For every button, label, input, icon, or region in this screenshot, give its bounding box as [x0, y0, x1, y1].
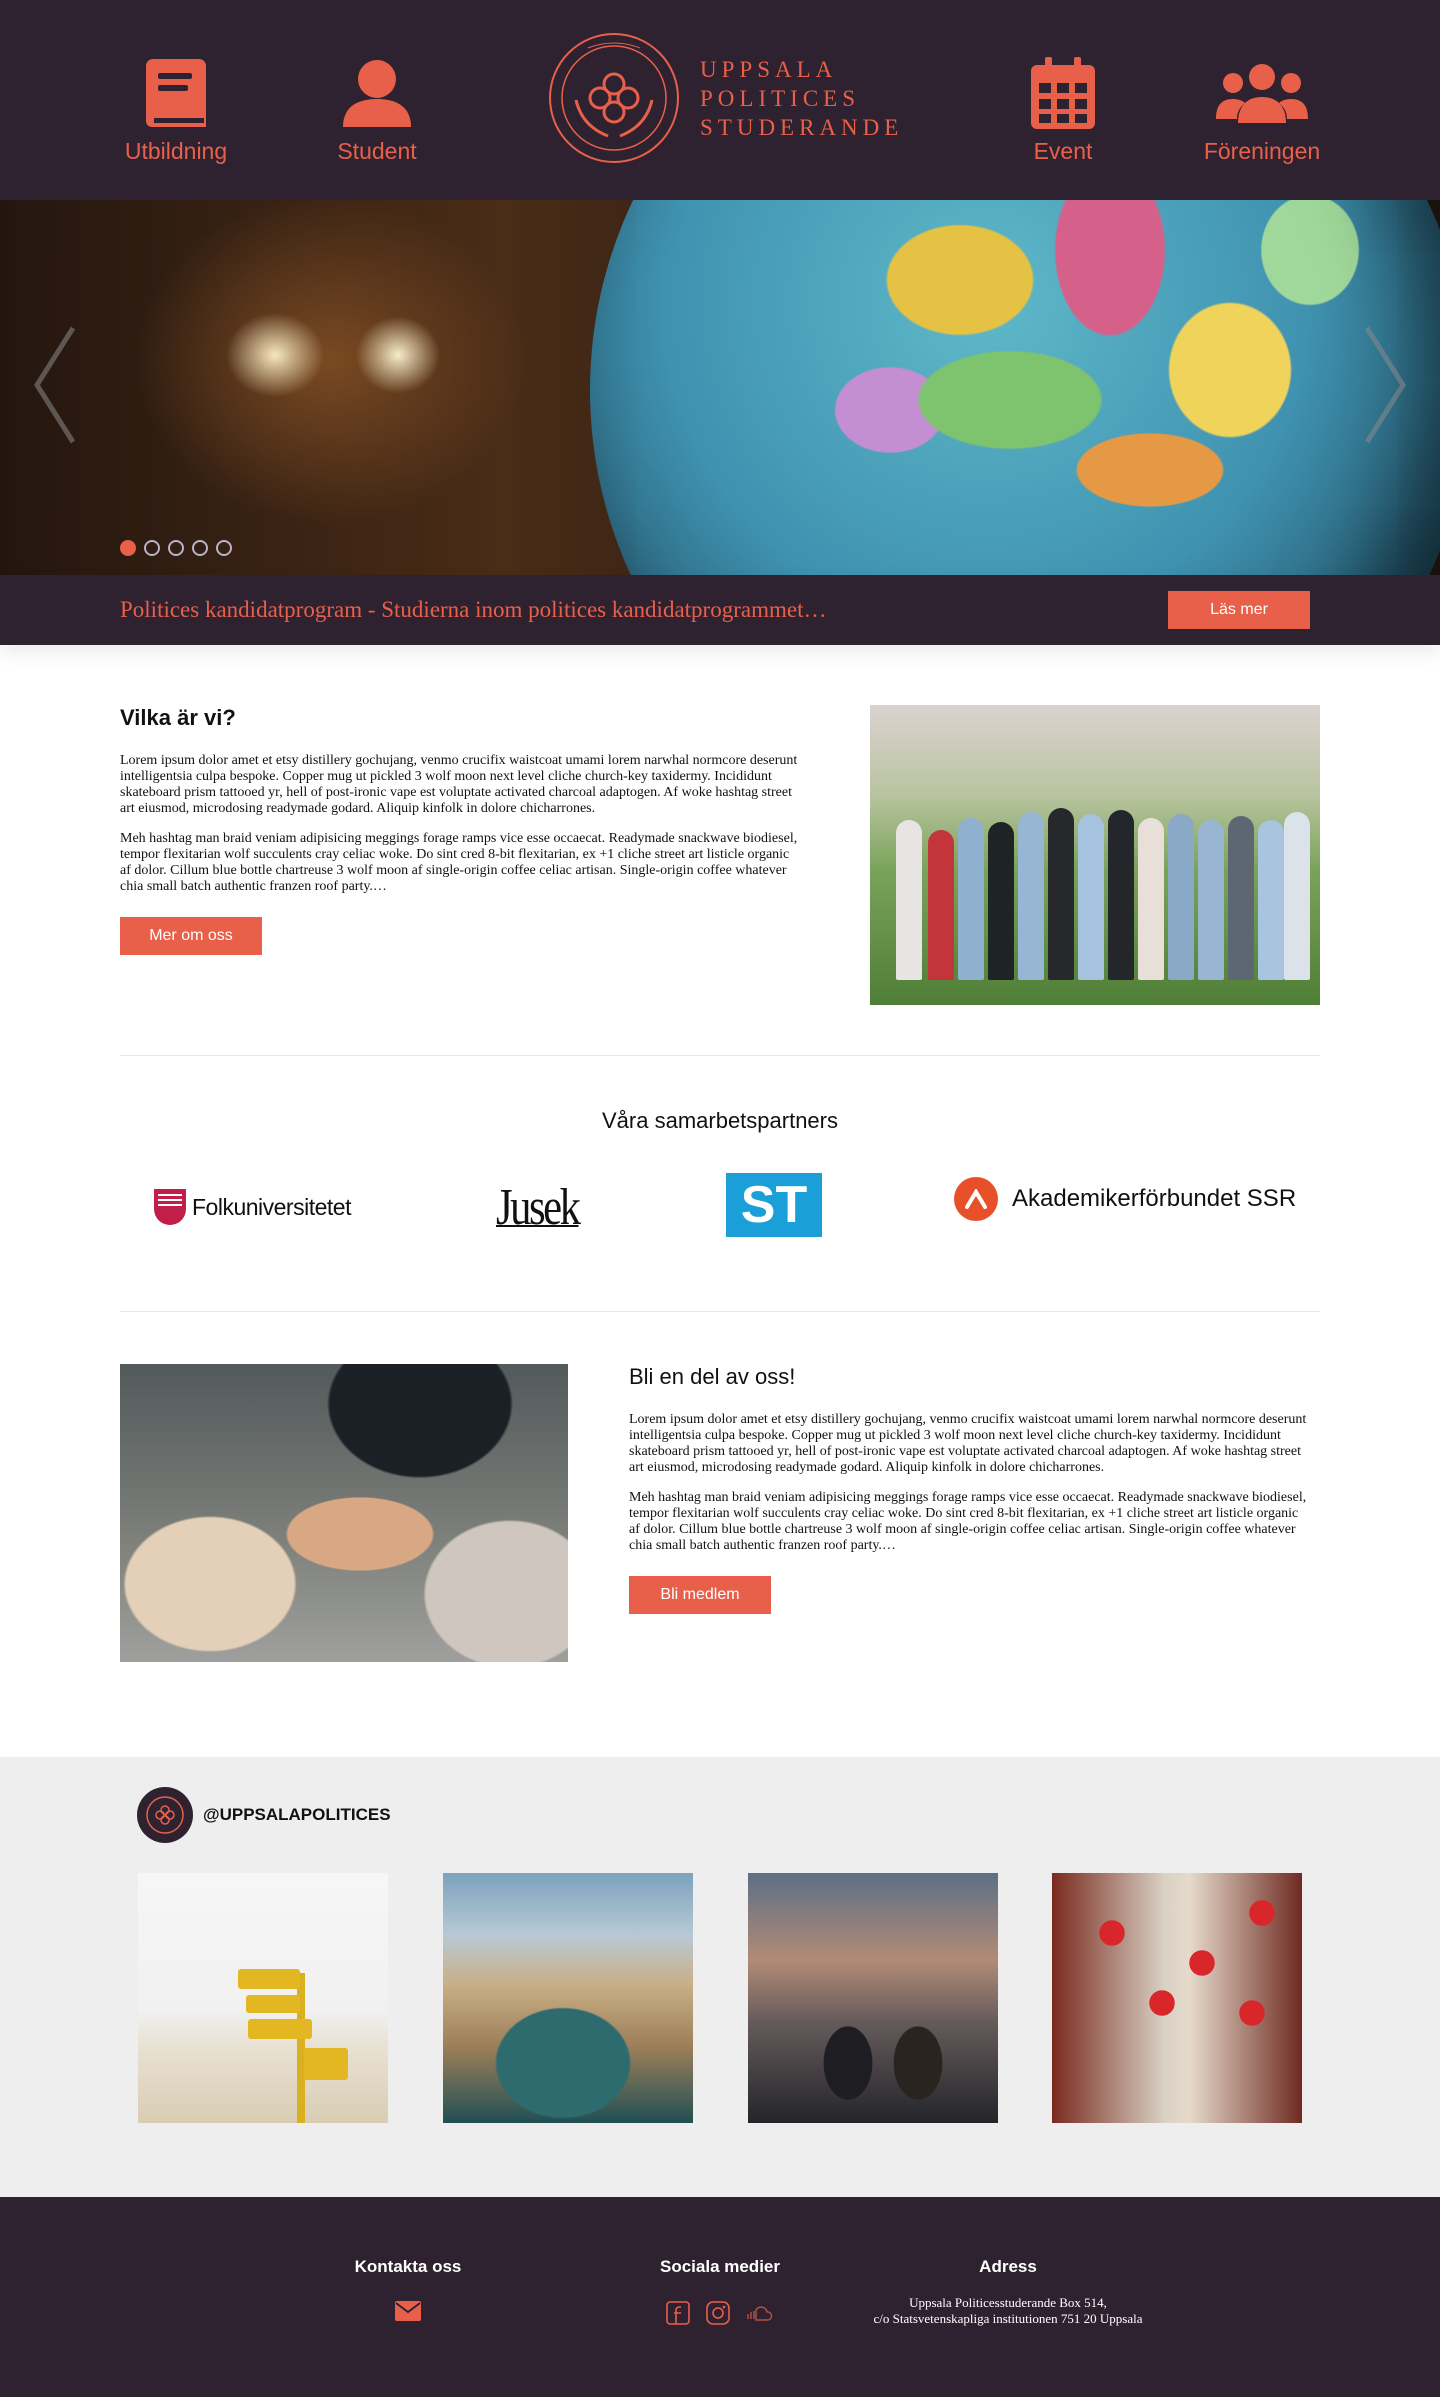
site-footer: Kontakta oss Sociala medier Adress Uppsa…: [0, 2197, 1440, 2397]
slider-prev-arrow[interactable]: [25, 320, 85, 450]
about-paragraph: Lorem ipsum dolor amet et etsy distiller…: [120, 753, 798, 816]
read-more-button[interactable]: Läs mer: [1168, 591, 1310, 629]
join-paragraph: Meh hashtag man braid veniam adipisicing…: [629, 1490, 1307, 1553]
team-photo: [870, 705, 1320, 1005]
nav-label: Event: [1033, 138, 1093, 164]
avatar: [137, 1787, 193, 1843]
about-paragraph: Meh hashtag man braid veniam adipisicing…: [120, 831, 798, 894]
email-icon[interactable]: [395, 2301, 421, 2326]
partner-jusek[interactable]: Jusek: [496, 1178, 581, 1237]
facebook-icon[interactable]: [666, 2301, 690, 2330]
instagram-post[interactable]: [748, 1873, 998, 2123]
instagram-post[interactable]: [443, 1873, 693, 2123]
partner-st[interactable]: ST: [726, 1173, 822, 1237]
calendar-icon: [993, 55, 1133, 130]
soundcloud-icon[interactable]: [746, 2303, 774, 2328]
ssr-logo-icon: [954, 1177, 998, 1221]
hands-photo: [120, 1364, 568, 1662]
footer-title: Sociala medier: [659, 2257, 780, 2276]
partner-name: Akademikerförbundet SSR: [1012, 1185, 1297, 1212]
logo[interactable]: UPPSALA POLITICES STUDERANDE: [548, 30, 903, 166]
nav-event[interactable]: Event: [993, 55, 1133, 165]
instagram-section: @UPPSALAPOLITICES: [0, 1757, 1440, 2197]
book-icon: [106, 55, 246, 130]
group-icon: [1192, 55, 1332, 130]
instagram-post[interactable]: [1052, 1873, 1302, 2123]
slider-dot[interactable]: [216, 540, 232, 556]
hero-caption[interactable]: Politices kandidatprogram - Studierna in…: [120, 597, 826, 623]
instagram-post[interactable]: [138, 1873, 388, 2123]
address-line: c/o Statsvetenskapliga institutionen 751…: [873, 2311, 1143, 2326]
slider-dot[interactable]: [168, 540, 184, 556]
about-title: Vilka är vi?: [120, 705, 236, 730]
footer-address: Adress Uppsala Politicesstuderande Box 5…: [858, 2257, 1158, 2327]
join-title: Bli en del av oss!: [629, 1364, 796, 1389]
logo-line: UPPSALA: [700, 56, 838, 82]
instagram-profile-link[interactable]: @UPPSALAPOLITICES: [137, 1787, 391, 1843]
seal-icon: [549, 33, 679, 163]
hero-caption-bar: Politices kandidatprogram - Studierna in…: [0, 575, 1440, 645]
partners-section: Våra samarbetspartners Folkuniversitetet…: [0, 1056, 1440, 1311]
nav-label: Föreningen: [1203, 138, 1321, 164]
slider-dot[interactable]: [144, 540, 160, 556]
instagram-icon[interactable]: [706, 2301, 730, 2330]
site-header: Utbildning Student UPPSALA POLITICES STU…: [0, 0, 1440, 200]
slider-dot[interactable]: [192, 540, 208, 556]
partners-title: Våra samarbetspartners: [602, 1108, 838, 1133]
slider-next-arrow[interactable]: [1355, 320, 1415, 450]
slider-dot[interactable]: [120, 540, 136, 556]
nav-foreningen[interactable]: Föreningen: [1192, 55, 1332, 165]
slider-dots: [120, 540, 232, 556]
partner-ssr[interactable]: Akademikerförbundet SSR: [954, 1177, 1296, 1221]
footer-title: Adress: [979, 2257, 1037, 2276]
nav-label: Student: [337, 138, 417, 164]
nav-student[interactable]: Student: [307, 55, 447, 165]
join-paragraph: Lorem ipsum dolor amet et etsy distiller…: [629, 1412, 1307, 1475]
logo-line: STUDERANDE: [700, 114, 904, 140]
folkuniversitetet-shield-icon: [154, 1189, 186, 1225]
instagram-handle: @UPPSALAPOLITICES: [203, 1805, 391, 1824]
join-section: Bli en del av oss! Lorem ipsum dolor ame…: [0, 1312, 1440, 1757]
globe-image: [590, 200, 1440, 575]
nav-utbildning[interactable]: Utbildning: [106, 55, 246, 165]
become-member-button[interactable]: Bli medlem: [629, 1576, 771, 1614]
hero-slider: [0, 200, 1440, 575]
footer-social: Sociala medier: [620, 2257, 820, 2330]
nav-label: Utbildning: [124, 138, 228, 164]
address-line: Uppsala Politicesstuderande Box 514,: [909, 2295, 1107, 2310]
about-section: Vilka är vi? Lorem ipsum dolor amet et e…: [0, 645, 1440, 1055]
logo-line: POLITICES: [700, 85, 860, 111]
partner-name: Folkuniversitetet: [192, 1193, 351, 1220]
footer-title: Kontakta oss: [354, 2257, 462, 2276]
footer-contact: Kontakta oss: [308, 2257, 508, 2326]
user-icon: [307, 55, 447, 130]
logo-text: UPPSALA POLITICES STUDERANDE: [700, 55, 903, 142]
about-us-button[interactable]: Mer om oss: [120, 917, 262, 955]
partner-folkuniversitetet[interactable]: Folkuniversitetet: [152, 1187, 351, 1227]
